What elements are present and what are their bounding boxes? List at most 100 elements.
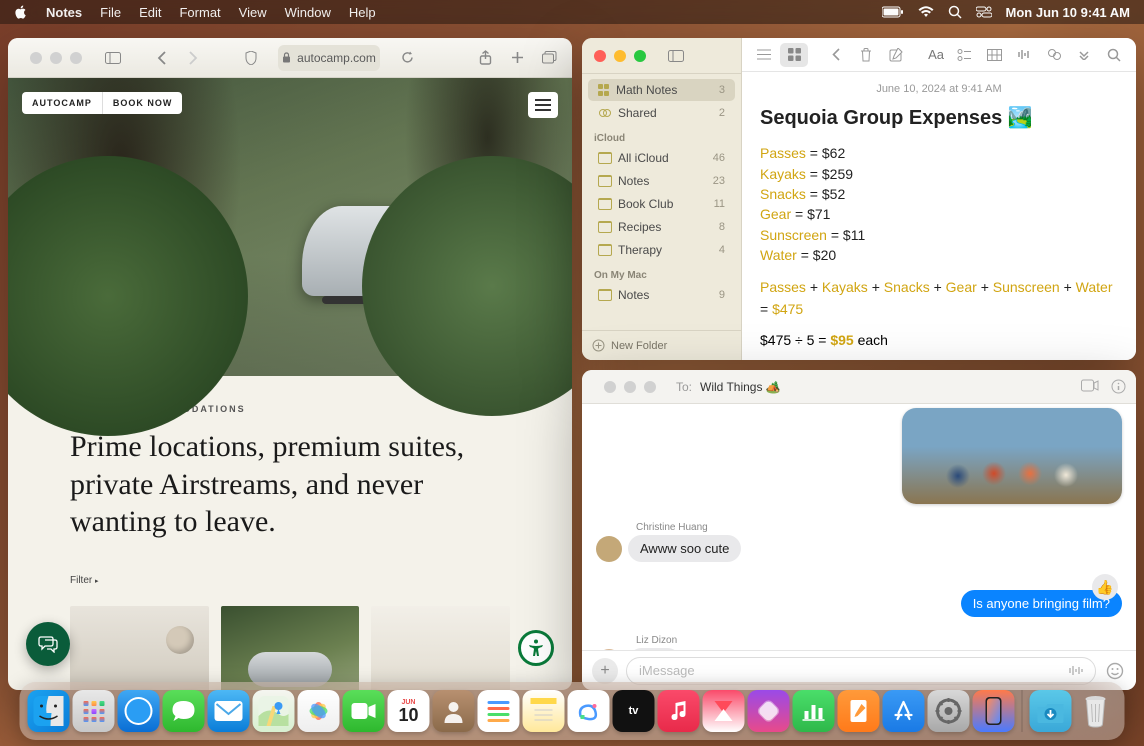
trash-icon[interactable] [852,43,880,67]
dock-pages[interactable] [838,690,880,732]
thumb-bedroom[interactable] [371,606,510,691]
messages-window: To: Wild Things 🏕️ Christine Huang Awww … [582,370,1136,690]
messages-traffic-lights[interactable] [592,370,668,403]
messages-body[interactable]: Christine Huang Awww soo cute 👍 Is anyon… [582,404,1136,650]
audio-icon[interactable] [1010,43,1038,67]
dock-news[interactable] [703,690,745,732]
audio-message-icon[interactable] [1068,664,1083,677]
sidebar-section-header: On My Mac [582,262,741,283]
link-icon[interactable] [1040,43,1068,67]
battery-icon[interactable] [882,6,904,18]
menu-format[interactable]: Format [179,5,220,20]
avatar[interactable] [596,536,622,562]
brand-name[interactable]: AUTOCAMP [22,92,102,114]
chat-fab-icon[interactable] [26,622,70,666]
spotlight-icon[interactable] [948,5,962,19]
back-icon[interactable] [822,43,850,67]
dock-tv[interactable]: tv [613,690,655,732]
notes-sidebar: Math Notes3Shared2iCloudAll iCloud46Note… [582,38,742,360]
menu-help[interactable]: Help [349,5,376,20]
new-tab-icon[interactable] [504,46,530,70]
safari-traffic-lights[interactable] [18,38,94,77]
incoming-bubble[interactable]: Awww soo cute [628,535,741,562]
sidebar-item[interactable]: Notes9 [588,284,735,306]
sidebar-item[interactable]: Shared2 [588,102,735,124]
expense-line: Gear = $71 [760,204,1118,224]
note-content[interactable]: June 10, 2024 at 9:41 AM Sequoia Group E… [742,72,1136,360]
dock-settings[interactable] [928,690,970,732]
dock-maps[interactable] [253,690,295,732]
info-icon[interactable] [1111,379,1126,394]
sidebar-item[interactable]: Book Club11 [588,193,735,215]
menubar-app-name[interactable]: Notes [46,5,82,20]
apps-plus-icon[interactable]: + [592,658,618,684]
thumb-interior[interactable] [70,606,209,691]
dock-mail[interactable] [208,690,250,732]
notes-traffic-lights[interactable] [582,38,658,73]
shield-icon[interactable] [238,46,264,70]
more-icon[interactable] [1070,43,1098,67]
table-icon[interactable] [980,43,1008,67]
menu-window[interactable]: Window [285,5,331,20]
headline-text: Prime locations, premium suites, private… [70,428,510,541]
dock-calendar[interactable]: JUN10 [388,690,430,732]
grid-view-icon[interactable] [780,43,808,67]
shared-photo[interactable] [902,408,1122,504]
wifi-icon[interactable] [918,6,934,18]
menu-file[interactable]: File [100,5,121,20]
dock-launchpad[interactable] [73,690,115,732]
apple-menu-icon[interactable] [14,5,28,19]
dock-photos[interactable] [298,690,340,732]
facetime-icon[interactable] [1081,379,1099,392]
dock-trash[interactable] [1075,690,1117,732]
new-folder-button[interactable]: New Folder [582,330,741,360]
url-bar[interactable]: autocamp.com [278,45,380,71]
search-icon[interactable] [1100,43,1128,67]
forward-icon[interactable] [180,46,206,70]
message-input[interactable]: iMessage [626,657,1096,685]
to-value[interactable]: Wild Things 🏕️ [700,380,781,394]
dock-shortcuts[interactable] [748,690,790,732]
dock-music[interactable] [658,690,700,732]
sidebar-item[interactable]: Recipes8 [588,216,735,238]
back-icon[interactable] [148,46,174,70]
list-view-icon[interactable] [750,43,778,67]
share-icon[interactable] [472,46,498,70]
emoji-picker-icon[interactable] [1104,660,1126,682]
dock-finder[interactable] [28,690,70,732]
filter-button[interactable]: Filter ▸ [70,575,510,586]
text-style-icon[interactable]: Aa [924,43,948,67]
dock-downloads[interactable] [1030,690,1072,732]
dock-appstore[interactable] [883,690,925,732]
sidebar-item[interactable]: Math Notes3 [588,79,735,101]
menu-view[interactable]: View [239,5,267,20]
menu-edit[interactable]: Edit [139,5,161,20]
sidebar-toggle-icon[interactable] [100,46,126,70]
thumb-airstream-forest[interactable] [221,606,360,691]
dock-messages[interactable] [163,690,205,732]
accessibility-fab-icon[interactable] [518,630,554,666]
checklist-icon[interactable] [950,43,978,67]
dock-contacts[interactable] [433,690,475,732]
reload-icon[interactable] [394,46,420,70]
dock-numbers[interactable] [793,690,835,732]
control-center-icon[interactable] [976,6,992,18]
messages-toolbar: To: Wild Things 🏕️ [582,370,1136,404]
dock-facetime[interactable] [343,690,385,732]
sidebar-item[interactable]: Notes23 [588,170,735,192]
dock-iphone-mirror[interactable] [973,690,1015,732]
book-now-button[interactable]: BOOK NOW [102,92,183,114]
sidebar-item[interactable]: Therapy4 [588,239,735,261]
tabs-icon[interactable] [536,46,562,70]
dock-reminders[interactable] [478,690,520,732]
expense-line: Passes = $62 [760,143,1118,163]
dock-safari[interactable] [118,690,160,732]
hamburger-menu-icon[interactable] [528,92,558,118]
sidebar-toggle-icon[interactable] [664,46,688,66]
new-note-icon[interactable] [882,43,910,67]
dock-freeform[interactable] [568,690,610,732]
tapback-reaction[interactable]: 👍 [1092,574,1118,600]
menubar-clock[interactable]: Mon Jun 10 9:41 AM [1006,5,1130,20]
sidebar-item[interactable]: All iCloud46 [588,147,735,169]
dock-notes[interactable] [523,690,565,732]
